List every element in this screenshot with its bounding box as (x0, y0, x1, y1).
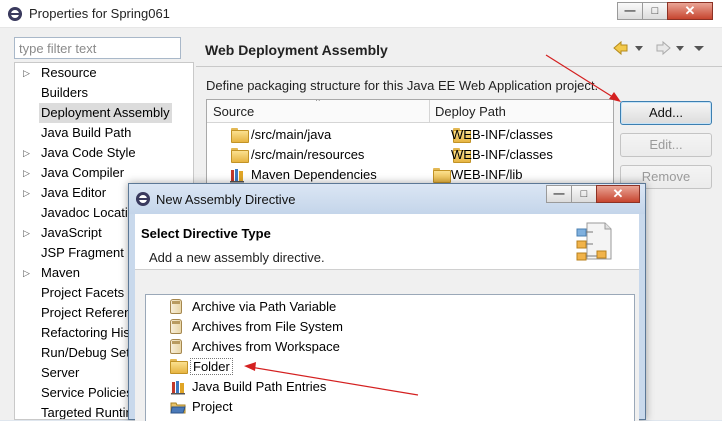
eclipse-icon (8, 7, 22, 21)
nav-item-java-build-path[interactable]: Java Build Path (15, 123, 193, 143)
close-icon: ✕ (612, 186, 624, 201)
jar-icon (170, 299, 186, 315)
expand-arrow-icon[interactable]: ▷ (23, 163, 33, 183)
history-navigation (613, 40, 704, 56)
maximize-icon: □ (580, 188, 588, 200)
table-cell-source: /src/main/java (251, 127, 332, 142)
table-row[interactable]: Maven Dependencies WEB-INF/lib (207, 165, 613, 185)
dialog-title-bar: New Assembly Directive — □ ✕ (129, 184, 645, 214)
view-menu-icon[interactable] (694, 46, 704, 51)
nav-item-deployment-assembly[interactable]: Deployment Assembly (15, 103, 193, 123)
dialog-body: Archive via Path Variable Archives from … (135, 270, 639, 421)
dialog-heading: Select Directive Type (141, 226, 271, 241)
nav-item-java-code-style[interactable]: ▷ Java Code Style (15, 143, 193, 163)
project-icon (170, 402, 186, 414)
column-header-deploy-path[interactable]: Deploy Path (435, 104, 506, 119)
expand-arrow-icon[interactable]: ▷ (23, 263, 33, 283)
forward-dropdown-icon[interactable] (676, 46, 684, 51)
sort-ascending-icon: ^ (316, 99, 320, 106)
nav-item-builders[interactable]: Builders (15, 83, 193, 103)
list-item-folder[interactable]: Folder (146, 357, 634, 377)
table-cell-deploy: WEB-INF/lib (451, 167, 523, 182)
add-button[interactable]: Add... (620, 101, 712, 125)
close-button[interactable]: ✕ (667, 2, 713, 20)
nav-item-resource[interactable]: ▷ Resource (15, 63, 193, 83)
table-cell-deploy: WEB-INF/classes (451, 147, 553, 162)
page-description: Define packaging structure for this Java… (206, 78, 599, 93)
folder-icon (231, 128, 249, 143)
close-icon: ✕ (684, 3, 696, 18)
forward-arrow-icon[interactable] (656, 40, 671, 56)
header-divider (196, 66, 722, 67)
minimize-icon: — (553, 188, 565, 200)
list-item-project[interactable]: Project (146, 397, 634, 417)
filter-input[interactable] (14, 37, 181, 59)
library-icon (171, 381, 185, 395)
dialog-close-button[interactable]: ✕ (596, 185, 640, 203)
edit-button[interactable]: Edit... (620, 133, 712, 157)
table-cell-source: /src/main/resources (251, 147, 365, 162)
maximize-icon: □ (651, 5, 659, 17)
list-item-archive-via-path-variable[interactable]: Archive via Path Variable (146, 297, 634, 317)
maximize-button[interactable]: □ (642, 2, 668, 20)
title-bar: Properties for Spring061 — □ ✕ (0, 0, 722, 28)
back-arrow-icon[interactable] (613, 40, 628, 56)
library-icon (230, 169, 244, 183)
column-divider[interactable] (429, 100, 430, 123)
column-header-source[interactable]: Source (213, 104, 254, 119)
nav-item-java-compiler[interactable]: ▷ Java Compiler (15, 163, 193, 183)
list-item-archives-from-file-system[interactable]: Archives from File System (146, 317, 634, 337)
expand-arrow-icon[interactable]: ▷ (23, 223, 33, 243)
directive-type-list: Archive via Path Variable Archives from … (145, 294, 635, 421)
table-row[interactable]: /src/main/resources WEB-INF/classes (207, 145, 613, 165)
expand-arrow-icon[interactable]: ▷ (23, 63, 33, 83)
assembly-wizard-icon (576, 222, 612, 261)
dialog-banner: Select Directive Type Add a new assembly… (135, 214, 639, 270)
folder-icon (433, 168, 451, 183)
new-assembly-directive-dialog: New Assembly Directive — □ ✕ Select Dire… (128, 183, 646, 421)
assembly-table: ^ Source Deploy Path /src/main/java WEB-… (206, 99, 614, 189)
expand-arrow-icon[interactable]: ▷ (23, 183, 33, 203)
jar-icon (170, 319, 186, 335)
dialog-minimize-button[interactable]: — (546, 185, 572, 203)
list-item-archives-from-workspace[interactable]: Archives from Workspace (146, 337, 634, 357)
table-cell-deploy: WEB-INF/classes (451, 127, 553, 142)
minimize-icon: — (624, 5, 636, 17)
folder-icon (170, 359, 188, 375)
jar-icon (170, 339, 186, 355)
table-cell-source: Maven Dependencies (251, 167, 377, 182)
back-dropdown-icon[interactable] (635, 46, 643, 51)
eclipse-icon (136, 192, 150, 206)
dialog-title: New Assembly Directive (156, 192, 296, 207)
expand-arrow-icon[interactable]: ▷ (23, 143, 33, 163)
list-item-java-build-path-entries[interactable]: Java Build Path Entries (146, 377, 634, 397)
dialog-subtitle: Add a new assembly directive. (149, 250, 325, 265)
page-title: Web Deployment Assembly (205, 42, 388, 58)
table-header: ^ Source Deploy Path (207, 99, 613, 123)
minimize-button[interactable]: — (617, 2, 643, 20)
window-title: Properties for Spring061 (29, 6, 170, 21)
dialog-maximize-button[interactable]: □ (571, 185, 597, 203)
folder-icon (231, 148, 249, 163)
table-row[interactable]: /src/main/java WEB-INF/classes (207, 125, 613, 145)
